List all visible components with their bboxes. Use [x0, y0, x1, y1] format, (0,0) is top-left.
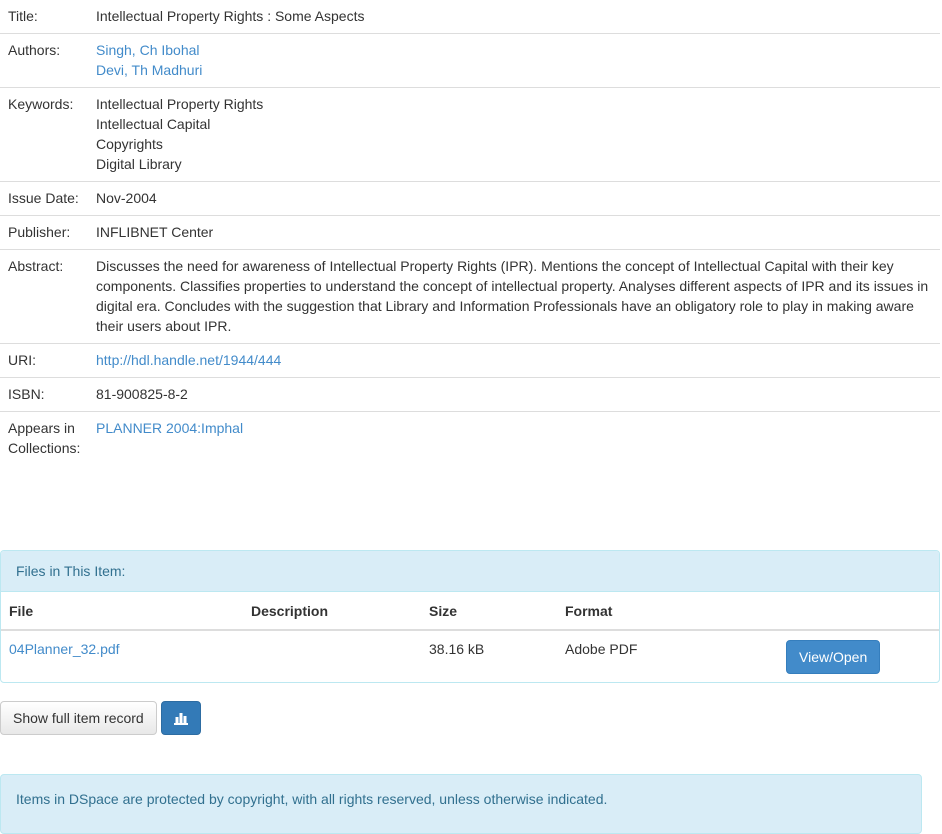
copyright-notice: Items in DSpace are protected by copyrig…	[0, 774, 922, 834]
keywords-list: Intellectual Property Rights Intellectua…	[88, 87, 940, 182]
author-link[interactable]: Devi, Th Madhuri	[96, 62, 202, 78]
description-column-header: Description	[243, 592, 421, 631]
keyword: Copyrights	[96, 136, 163, 152]
uri-label: URI:	[0, 343, 88, 378]
copyright-notice-text: Items in DSpace are protected by copyrig…	[16, 791, 608, 807]
collections-label: Appears in Collections:	[8, 420, 81, 456]
authors-label: Authors:	[0, 33, 88, 88]
title-label: Title:	[0, 0, 88, 34]
file-format: Adobe PDF	[565, 641, 638, 657]
metadata-row-publisher: Publisher: INFLIBNET Center	[0, 215, 940, 250]
table-row: 04Planner_32.pdf 38.16 kB Adobe PDF View…	[1, 630, 939, 682]
metadata-row-authors: Authors: Singh, Ch Ibohal Devi, Th Madhu…	[0, 33, 940, 88]
format-column-header: Format	[557, 592, 778, 631]
files-panel-heading: Files in This Item:	[1, 551, 939, 592]
size-column-header: Size	[421, 592, 557, 631]
statistics-button[interactable]	[160, 701, 201, 735]
files-table: File Description Size Format 04Planner_3…	[1, 592, 939, 682]
files-panel: Files in This Item: File Description Siz…	[0, 550, 940, 683]
file-size: 38.16 kB	[429, 641, 485, 657]
abstract-label: Abstract:	[0, 249, 88, 344]
collection-link[interactable]: PLANNER 2004:Imphal	[96, 420, 243, 436]
title-value: Intellectual Property Rights : Some Aspe…	[88, 0, 940, 34]
file-link[interactable]: 04Planner_32.pdf	[9, 641, 120, 657]
keyword: Intellectual Property Rights	[96, 96, 264, 112]
publisher-label: Publisher:	[0, 215, 88, 250]
uri-link[interactable]: http://hdl.handle.net/1944/444	[96, 352, 281, 368]
isbn-value: 81-900825-8-2	[88, 377, 940, 412]
files-header-row: File Description Size Format	[1, 592, 939, 631]
file-column-header: File	[1, 592, 243, 631]
keyword: Intellectual Capital	[96, 116, 211, 132]
view-open-button[interactable]: View/Open	[786, 640, 881, 674]
metadata-row-title: Title: Intellectual Property Rights : So…	[0, 0, 940, 34]
keyword: Digital Library	[96, 156, 182, 172]
show-full-record-button[interactable]: Show full item record	[0, 701, 157, 735]
publisher-value: INFLIBNET Center	[88, 215, 940, 250]
file-description	[243, 630, 421, 682]
metadata-row-uri: URI: http://hdl.handle.net/1944/444	[0, 343, 940, 378]
isbn-label: ISBN:	[0, 377, 88, 412]
metadata-row-collections: Appears in Collections: PLANNER 2004:Imp…	[0, 412, 940, 466]
metadata-row-keywords: Keywords: Intellectual Property Rights I…	[0, 87, 940, 182]
issue-date-label: Issue Date:	[0, 181, 88, 216]
issue-date-value: Nov-2004	[88, 181, 940, 216]
authors-list: Singh, Ch Ibohal Devi, Th Madhuri	[88, 33, 940, 88]
bar-chart-icon	[173, 713, 188, 725]
metadata-row-isbn: ISBN: 81-900825-8-2	[0, 377, 940, 412]
abstract-text: Discusses the need for awareness of Inte…	[88, 249, 940, 344]
author-link[interactable]: Singh, Ch Ibohal	[96, 42, 200, 58]
item-actions: Show full item record	[0, 701, 201, 735]
metadata-row-abstract: Abstract: Discusses the need for awarene…	[0, 249, 940, 344]
keywords-label: Keywords:	[0, 87, 88, 182]
metadata-row-issue-date: Issue Date: Nov-2004	[0, 181, 940, 216]
item-metadata-table: Title: Intellectual Property Rights : So…	[0, 0, 940, 465]
action-column-header	[778, 592, 939, 631]
